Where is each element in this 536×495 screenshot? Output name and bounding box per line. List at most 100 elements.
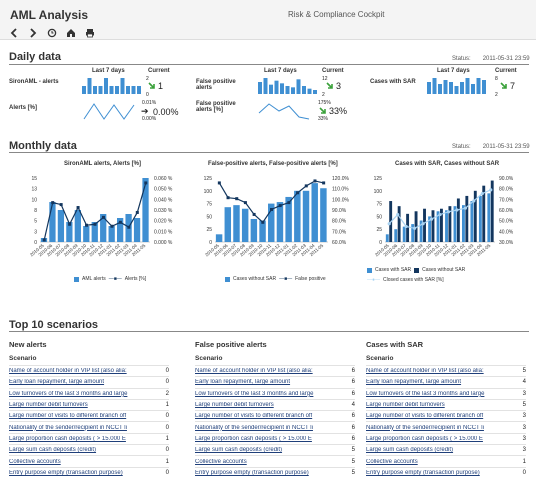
scenario-link[interactable]: Nationality of the sender/recipient in N… <box>195 425 335 431</box>
scenario-link[interactable]: Collective accounts <box>195 459 335 465</box>
scenario-header: Scenario <box>366 355 394 362</box>
line-point <box>455 208 459 212</box>
chart-bar <box>385 234 389 242</box>
scenario-link[interactable]: Large sum cash deposits (credit) <box>9 447 149 453</box>
table-row: Large number of visits to different bran… <box>366 410 526 421</box>
chart-bar <box>224 207 232 242</box>
chevron-left-icon[interactable] <box>9 25 19 38</box>
y2-tick-label: 80.0% <box>499 187 514 193</box>
y2-tick-label: 70.0% <box>332 229 347 235</box>
spark-min: 0 <box>146 92 149 98</box>
table-row: Large sum cash deposits (credit) 3 <box>366 444 526 455</box>
scenario-link[interactable]: Low turnovers of the last 3 months and l… <box>195 391 335 397</box>
scenario-link[interactable]: Low turnovers of the last 3 months and l… <box>366 391 506 397</box>
sparkline-bar <box>432 78 437 94</box>
sparkline-bar <box>454 86 459 94</box>
scenario-link[interactable]: Large number debit turnovers <box>366 402 506 408</box>
chart-bar <box>470 201 474 242</box>
sparkline-bar <box>258 82 262 94</box>
scenario-link[interactable]: Entry purpose empty (transaction purpose… <box>9 470 149 476</box>
scenario-link[interactable]: Large sum cash deposits (credit) <box>366 447 506 453</box>
line-point <box>118 220 122 224</box>
scenario-count: 6 <box>351 413 355 420</box>
scenario-link[interactable]: Early loan repayment, large amount <box>9 379 149 385</box>
print-icon[interactable] <box>85 25 95 38</box>
home-icon[interactable] <box>66 25 76 37</box>
line-point <box>217 181 221 185</box>
line-point <box>304 184 308 188</box>
sparkline-bar <box>438 84 442 94</box>
sparkline-bar <box>427 82 431 94</box>
line-point <box>278 204 282 208</box>
scenario-link[interactable]: Collective accounts <box>9 459 149 465</box>
chart-bar <box>108 226 115 242</box>
scenario-link[interactable]: Collective accounts <box>366 459 506 465</box>
legend: —●— Closed cases with SAR [%] <box>367 277 444 283</box>
history-icon[interactable] <box>47 25 57 38</box>
scenario-link[interactable]: Nationality of the sender/recipient in N… <box>9 425 149 431</box>
line-point <box>235 197 239 201</box>
scenario-link[interactable]: Entry purpose empty (transaction purpose… <box>195 470 335 476</box>
table-row: Early loan repayment, large amount 6 <box>195 376 355 387</box>
legend: Cases with SAR Cases without SAR <box>367 267 465 273</box>
chart-bar <box>311 183 318 242</box>
chart-bar <box>431 210 435 242</box>
table-row: Low turnovers of the last 3 months and l… <box>366 387 526 399</box>
table-row: Large proportion cash deposits ( > 15.00… <box>366 432 526 444</box>
spark-min: 2 <box>495 92 498 98</box>
scenario-link[interactable]: Low turnovers of the last 3 months and l… <box>9 391 149 397</box>
scenario-link[interactable]: Large number debit turnovers <box>195 402 335 408</box>
scenario-link[interactable]: Name of account holder in VIP list (also… <box>366 368 506 374</box>
line-point <box>252 212 256 216</box>
chart-alerts: 0 3 5 8 10 13 15 0.000 % 0.010 % 0.020 % 0.030 % 0.… <box>29 176 173 257</box>
chevron-right-icon[interactable] <box>28 25 38 38</box>
scenario-link[interactable]: Large number debit turnovers <box>9 402 149 408</box>
y-tick-label: 50 <box>376 214 382 220</box>
scenario-link[interactable]: Large proportion cash deposits ( > 15.00… <box>195 436 335 442</box>
scenario-link[interactable]: Large proportion cash deposits ( > 15.00… <box>9 436 149 442</box>
sparkline-bar <box>98 86 103 94</box>
line-point <box>85 223 89 227</box>
y2-tick-label: 0.020 % <box>154 219 173 225</box>
scenario-link[interactable]: Entry purpose empty (transaction purpose… <box>366 470 506 476</box>
y2-tick-label: 50.0% <box>499 219 514 225</box>
chart-sar: 0 25 50 75 100 125 30.0% 40.0% 50.0% 60.0% 70.0% 80… <box>374 176 514 257</box>
scenario-link[interactable]: Nationality of the sender/recipient in N… <box>366 425 506 431</box>
scenario-link[interactable]: Name of account holder in VIP list (also… <box>9 368 149 374</box>
y2-tick-label: 0.050 % <box>154 187 173 193</box>
scenario-link[interactable]: Early loan repayment, large amount <box>195 379 335 385</box>
y2-tick-label: 70.0% <box>499 197 514 203</box>
scenario-count: 1 <box>522 458 526 465</box>
table-row: Nationality of the sender/recipient in N… <box>9 421 169 432</box>
line-point <box>144 181 148 185</box>
scenario-count: 4 <box>351 402 355 409</box>
app-header: AML Analysis Risk & Compliance Cockpit <box>0 0 536 40</box>
scenario-link[interactable]: Large number of visits to different bran… <box>366 413 506 419</box>
sparkline-bar <box>109 86 114 94</box>
scenario-link[interactable]: Early loan repayment, large amount <box>366 379 506 385</box>
sparkline-bar <box>313 90 317 94</box>
y-tick-label: 0 <box>34 240 37 246</box>
y2-tick-label: 0.010 % <box>154 229 173 235</box>
table-row: Large proportion cash deposits ( > 15.00… <box>9 432 169 444</box>
scenario-link[interactable]: Large sum cash deposits (credit) <box>195 447 335 453</box>
trend-down-icon <box>319 107 326 114</box>
table-row: Collective accounts 5 <box>195 455 355 466</box>
daily-status: Status: 2011-05-31 23:59 <box>452 56 530 62</box>
y2-tick-label: 110.0% <box>332 187 349 193</box>
daily-heading: Daily data <box>9 51 61 63</box>
app-title: AML Analysis <box>10 8 89 22</box>
scenario-link[interactable]: Large proportion cash deposits ( > 15.00… <box>366 436 506 442</box>
scenario-link[interactable]: Name of account holder in VIP list (also… <box>195 368 335 374</box>
scenario-link[interactable]: Large number of visits to different bran… <box>195 413 335 419</box>
y-tick-label: 10 <box>31 197 37 203</box>
scenario-count: 5 <box>522 402 526 409</box>
scenario-count: 0 <box>165 413 169 420</box>
table-row: Large number debit turnovers 5 <box>366 398 526 410</box>
kpi-current-value: 3 <box>336 81 342 91</box>
legend: Cases without SAR —■— False positive <box>225 276 326 282</box>
line-point <box>226 196 230 200</box>
scenario-link[interactable]: Large number of visits to different bran… <box>9 413 149 419</box>
table-row: Low turnovers of the last 3 months and l… <box>195 387 355 399</box>
line-point <box>421 222 425 226</box>
